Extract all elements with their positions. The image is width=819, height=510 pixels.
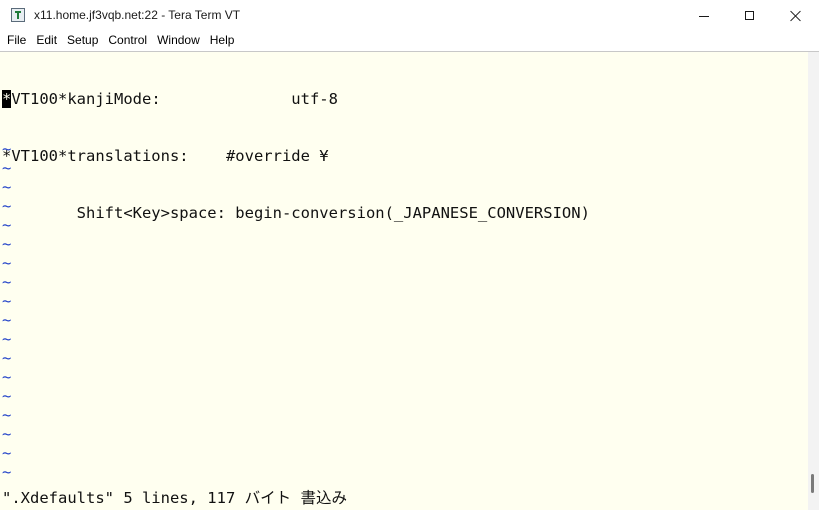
empty-line-marker: ~ bbox=[2, 235, 12, 253]
title-bar[interactable]: x11.home.jf3vqb.net:22 - Tera Term VT bbox=[0, 0, 819, 32]
terminal-line: Shift<Key>space: begin-conversion(_JAPAN… bbox=[2, 204, 590, 222]
empty-line-marker: ~ bbox=[2, 330, 12, 348]
empty-line-markers: ~ ~ ~ ~ ~ ~ ~ ~ ~ ~ ~ ~ ~ ~ ~ ~ ~ ~ bbox=[2, 140, 11, 482]
empty-line-marker: ~ bbox=[2, 425, 12, 443]
menu-file[interactable]: File bbox=[0, 32, 31, 51]
empty-line-marker: ~ bbox=[2, 178, 12, 196]
empty-line-marker: ~ bbox=[2, 273, 12, 291]
tera-term-window: x11.home.jf3vqb.net:22 - Tera Term VT Fi… bbox=[0, 0, 819, 510]
menu-bar: File Edit Setup Control Window Help bbox=[0, 32, 819, 51]
empty-line-marker: ~ bbox=[2, 159, 12, 177]
menu-edit[interactable]: Edit bbox=[31, 32, 62, 51]
menu-window[interactable]: Window bbox=[152, 32, 205, 51]
empty-line-marker: ~ bbox=[2, 140, 12, 158]
vi-status-line: ".Xdefaults" 5 lines, 117 バイト 書込み bbox=[2, 489, 347, 507]
empty-line-marker: ~ bbox=[2, 197, 12, 215]
empty-line-marker: ~ bbox=[2, 216, 12, 234]
empty-line-marker: ~ bbox=[2, 406, 12, 424]
terminal-line: *VT100*translations: #override ¥ bbox=[2, 147, 329, 165]
menu-control[interactable]: Control bbox=[103, 32, 152, 51]
minimize-button[interactable] bbox=[681, 0, 727, 32]
empty-line-marker: ~ bbox=[2, 463, 12, 481]
maximize-icon bbox=[745, 11, 754, 20]
terminal-area[interactable]: *VT100*kanjiMode: utf-8 *VT100*translati… bbox=[0, 52, 808, 510]
maximize-button[interactable] bbox=[727, 0, 773, 32]
empty-line-marker: ~ bbox=[2, 349, 12, 367]
window-title: x11.home.jf3vqb.net:22 - Tera Term VT bbox=[34, 8, 241, 22]
empty-line-marker: ~ bbox=[2, 444, 12, 462]
menu-setup[interactable]: Setup bbox=[62, 32, 103, 51]
empty-line-marker: ~ bbox=[2, 387, 12, 405]
empty-line-marker: ~ bbox=[2, 292, 12, 310]
terminal-text: *VT100*kanjiMode: utf-8 *VT100*translati… bbox=[2, 52, 590, 261]
scrollbar-thumb[interactable] bbox=[811, 474, 814, 493]
menu-help[interactable]: Help bbox=[205, 32, 240, 51]
tera-term-icon[interactable] bbox=[11, 8, 25, 22]
terminal-cursor: * bbox=[2, 90, 12, 108]
vertical-scrollbar[interactable] bbox=[808, 52, 819, 510]
empty-line-marker: ~ bbox=[2, 368, 12, 386]
terminal-line-text: VT100*kanjiMode: utf-8 bbox=[11, 90, 338, 108]
empty-line-marker: ~ bbox=[2, 254, 12, 272]
empty-line-marker: ~ bbox=[2, 311, 12, 329]
close-icon bbox=[790, 10, 802, 22]
close-button[interactable] bbox=[773, 0, 819, 32]
minimize-icon bbox=[699, 16, 709, 17]
terminal-line: *VT100*kanjiMode: utf-8 bbox=[2, 90, 590, 109]
